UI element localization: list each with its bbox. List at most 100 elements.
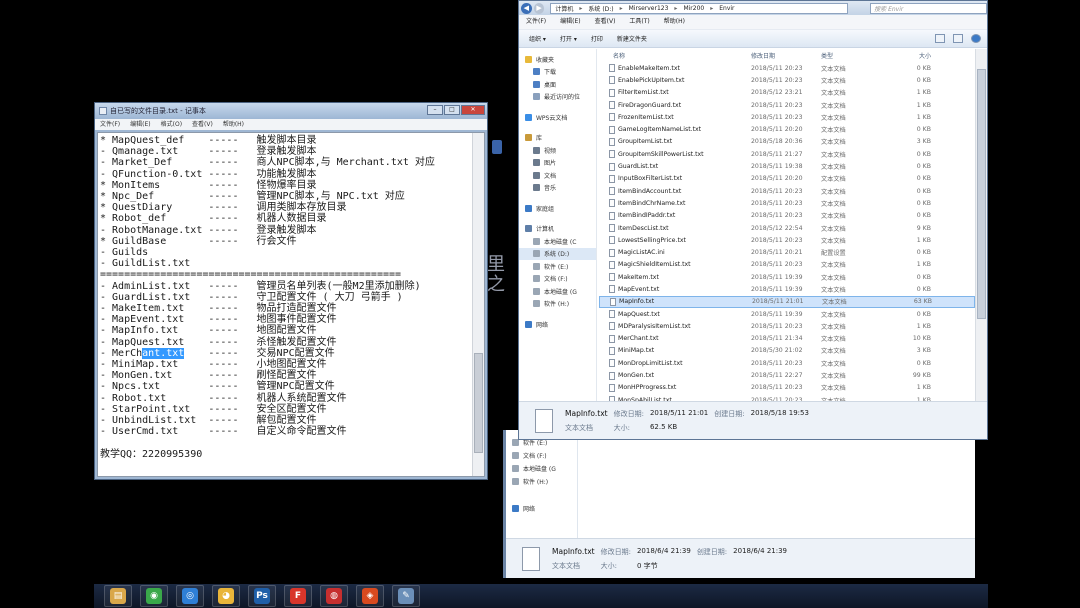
print-button[interactable]: 打印 xyxy=(591,34,603,43)
column-name[interactable]: 名称 xyxy=(599,51,751,60)
notepad-vertical-scrollbar[interactable] xyxy=(472,133,484,476)
file-row[interactable]: MagicShieldItemList.txt 2018/5/11 20:23 文本… xyxy=(599,259,975,271)
search-input[interactable]: 搜索 Envir xyxy=(870,2,987,14)
file-row[interactable]: MagicListAC.ini 2018/5/11 20:21 配置设置 0 KB xyxy=(599,246,975,258)
nav-item[interactable]: 文档 (F:) xyxy=(506,449,577,462)
column-size[interactable]: 大小 xyxy=(891,51,931,60)
taskbar-button[interactable]: ◉ xyxy=(140,585,168,607)
file-row[interactable]: FrozenItemList.txt 2018/5/11 20:23 文本文档 1 K… xyxy=(599,111,975,123)
column-type[interactable]: 类型 xyxy=(821,51,891,60)
file-row[interactable]: ItemDescList.txt 2018/5/12 22:54 文本文档 9 KB xyxy=(599,222,975,234)
help-icon[interactable] xyxy=(971,34,981,43)
explorer-menu-item[interactable]: 帮助(H) xyxy=(664,15,685,29)
view-options-icon[interactable] xyxy=(935,34,945,43)
breadcrumb-segment[interactable]: Mir200 xyxy=(683,5,704,12)
breadcrumb-segment[interactable]: 计算机 xyxy=(555,4,573,13)
nav-item[interactable]: 库 xyxy=(519,132,596,145)
notepad-menu-item[interactable]: 帮助(H) xyxy=(223,119,244,130)
explorer-menu-item[interactable]: 查看(V) xyxy=(595,15,616,29)
file-row[interactable]: LowestSellingPrice.txt 2018/5/11 20:23 文本文… xyxy=(599,234,975,246)
file-row[interactable]: GameLogItemNameList.txt 2018/5/11 20:20 文本… xyxy=(599,123,975,135)
forward-arrow-icon[interactable]: ▶ xyxy=(533,2,545,14)
file-row[interactable]: MonGen.txt 2018/5/11 22:27 文本文档 99 KB xyxy=(599,369,975,381)
nav-item[interactable]: 本地磁盘 (C xyxy=(519,235,596,248)
taskbar-button[interactable]: F xyxy=(284,585,312,607)
nav-item[interactable]: 家庭组 xyxy=(519,202,596,215)
maximize-button[interactable]: □ xyxy=(444,105,460,115)
nav-item[interactable]: 本地磁盘 (G xyxy=(519,285,596,298)
notepad-menu-item[interactable]: 查看(V) xyxy=(192,119,213,130)
nav-item[interactable]: 本地磁盘 (G xyxy=(506,462,577,475)
file-row[interactable]: GuardList.txt 2018/5/11 19:38 文本文档 0 KB xyxy=(599,160,975,172)
nav-item[interactable]: 图片 xyxy=(519,157,596,170)
file-row[interactable]: MapInfo.txt 2018/5/11 21:01 文本文档 63 KB xyxy=(599,295,975,308)
nav-item[interactable]: 音乐 xyxy=(519,182,596,195)
file-row[interactable]: MonHPProgress.txt 2018/5/11 20:23 文本文档 1 KB xyxy=(599,382,975,394)
scrollbar-thumb[interactable] xyxy=(474,353,483,453)
scrollbar-thumb[interactable] xyxy=(977,69,986,319)
nav-item[interactable]: 文档 (F:) xyxy=(519,273,596,286)
taskbar-button[interactable]: ▤ xyxy=(104,585,132,607)
breadcrumb-segment[interactable]: Envir xyxy=(719,5,734,12)
explorer-menu-item[interactable]: 编辑(E) xyxy=(560,15,580,29)
nav-item[interactable]: WPS云文档 xyxy=(519,111,596,124)
nav-item[interactable]: 最近访问的位 xyxy=(519,91,596,104)
nav-item[interactable]: 软件 (E:) xyxy=(519,260,596,273)
file-row[interactable]: FireDragonGuard.txt 2018/5/11 20:23 文本文档 1 … xyxy=(599,99,975,111)
notepad-menu-item[interactable]: 编辑(E) xyxy=(130,119,150,130)
breadcrumb-segment[interactable]: 系统 (D:) xyxy=(588,4,613,13)
file-list-scrollbar[interactable] xyxy=(975,49,987,402)
nav-item[interactable]: 下载 xyxy=(519,66,596,79)
new-folder-button[interactable]: 新建文件夹 xyxy=(617,34,647,43)
file-row[interactable]: FilterItemList.txt 2018/5/12 23:21 文本文档 1 K… xyxy=(599,87,975,99)
file-row[interactable]: EnablePickUpItem.txt 2018/5/11 20:23 文本文档 0… xyxy=(599,74,975,86)
notepad-menu-item[interactable]: 文件(F) xyxy=(100,119,120,130)
nav-item[interactable]: 网络 xyxy=(506,502,577,515)
back-arrow-icon[interactable]: ◀ xyxy=(521,2,532,14)
notepad-content[interactable]: * MapQuest_def ----- 触发脚本目录 - Qmanage.tx… xyxy=(98,133,484,460)
file-row[interactable]: MDParalysisItemList.txt 2018/5/11 20:23 文本… xyxy=(599,320,975,332)
notepad-window[interactable]: 自已写的文件目录.txt - 记事本 – □ ✕ 文件(F) 编辑(E) 格式(O)… xyxy=(94,102,488,480)
file-row[interactable]: MakeItem.txt 2018/5/11 19:39 文本文档 0 KB xyxy=(599,271,975,283)
background-explorer-window[interactable]: 软件 (E:) 文档 (F:) 本地磁盘 (G 软件 (H:) 网络 MapInfo.t… xyxy=(503,430,975,578)
file-row[interactable]: EnableMakeItem.txt 2018/5/11 20:23 文本文档 0 K… xyxy=(599,62,975,74)
close-button[interactable]: ✕ xyxy=(461,105,485,115)
taskbar-button[interactable]: Ps xyxy=(248,585,276,607)
nav-item[interactable]: 软件 (H:) xyxy=(506,475,577,488)
nav-item[interactable]: 收藏夹 xyxy=(519,53,596,66)
nav-item[interactable]: 桌面 xyxy=(519,78,596,91)
explorer-window[interactable]: ◀ ▶ 计算机 ▸ 系统 (D:) ▸ Mirserver123 ▸ Mir200 ▸ Envi… xyxy=(518,0,988,440)
file-row[interactable]: MerChant.txt 2018/5/11 21:34 文本文档 10 KB xyxy=(599,333,975,345)
file-row[interactable]: MiniMap.txt 2018/5/30 21:02 文本文档 3 KB xyxy=(599,345,975,357)
taskbar-button[interactable]: ◎ xyxy=(176,585,204,607)
nav-item[interactable]: 文档 xyxy=(519,169,596,182)
explorer-menu-item[interactable]: 工具(T) xyxy=(629,15,649,29)
taskbar-button[interactable]: ◈ xyxy=(356,585,384,607)
file-row[interactable]: GroupItemSkillPowerList.txt 2018/5/11 21:… xyxy=(599,148,975,160)
nav-item[interactable]: 网络 xyxy=(519,318,596,331)
file-row[interactable]: MapQuest.txt 2018/5/11 19:39 文本文档 0 KB xyxy=(599,308,975,320)
open-button[interactable]: 打开 ▾ xyxy=(560,34,577,43)
nav-item[interactable]: 系统 (D:) xyxy=(519,247,596,260)
file-row[interactable]: InputBoxFilterList.txt 2018/5/11 20:20 文本文… xyxy=(599,173,975,185)
file-row[interactable]: ItemBindIPaddr.txt 2018/5/11 20:23 文本文档 0 K… xyxy=(599,210,975,222)
notepad-text-area[interactable]: * MapQuest_def ----- 触发脚本目录 - Qmanage.tx… xyxy=(97,132,485,477)
nav-item[interactable]: 视频 xyxy=(519,144,596,157)
file-row[interactable]: GroupItemList.txt 2018/5/18 20:36 文本文档 3 KB xyxy=(599,136,975,148)
file-row[interactable]: MonDropLimitList.txt 2018/5/11 20:23 文本文档 0… xyxy=(599,357,975,369)
file-row[interactable]: ItemBindAccount.txt 2018/5/11 20:23 文本文档 0 … xyxy=(599,185,975,197)
nav-item[interactable]: 计算机 xyxy=(519,223,596,236)
organize-button[interactable]: 组织 ▾ xyxy=(529,34,546,43)
minimize-button[interactable]: – xyxy=(427,105,443,115)
explorer-menu-item[interactable]: 文件(F) xyxy=(526,15,546,29)
breadcrumb-segment[interactable]: Mirserver123 xyxy=(629,5,669,12)
taskbar-button[interactable]: ✎ xyxy=(392,585,420,607)
nav-item[interactable]: 软件 (H:) xyxy=(519,298,596,311)
column-date[interactable]: 修改日期 xyxy=(751,51,821,60)
taskbar-button[interactable]: ◕ xyxy=(212,585,240,607)
address-breadcrumb[interactable]: 计算机 ▸ 系统 (D:) ▸ Mirserver123 ▸ Mir200 ▸ Envir xyxy=(550,2,849,14)
taskbar-button[interactable]: ◍ xyxy=(320,585,348,607)
notepad-menu-item[interactable]: 格式(O) xyxy=(161,119,182,130)
preview-pane-icon[interactable] xyxy=(953,34,963,43)
file-row[interactable]: ItemBindChrName.txt 2018/5/11 20:23 文本文档 0 … xyxy=(599,197,975,209)
